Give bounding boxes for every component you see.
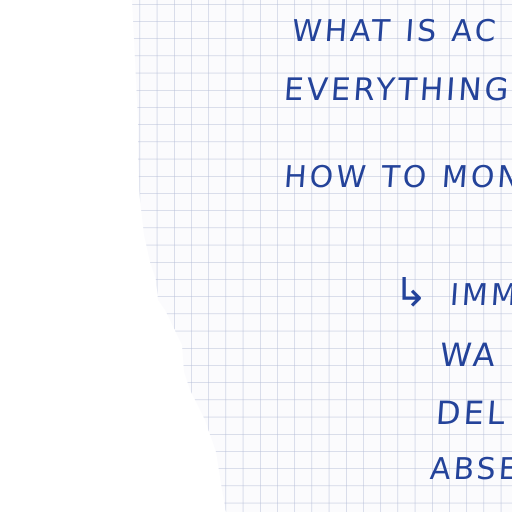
note-line-imm: IMM	[448, 278, 512, 313]
note-line-what-is: WHAT IS AC	[290, 14, 500, 49]
note-line-everything: EVERYTHING	[282, 72, 512, 108]
note-line-abse: ABSE	[428, 452, 512, 487]
curved-arrow-icon: ↳	[394, 270, 428, 316]
note-line-wa: WA	[438, 336, 500, 374]
note-line-del: DEL	[434, 394, 510, 432]
note-line-how-to: HOW TO MON	[282, 160, 512, 195]
